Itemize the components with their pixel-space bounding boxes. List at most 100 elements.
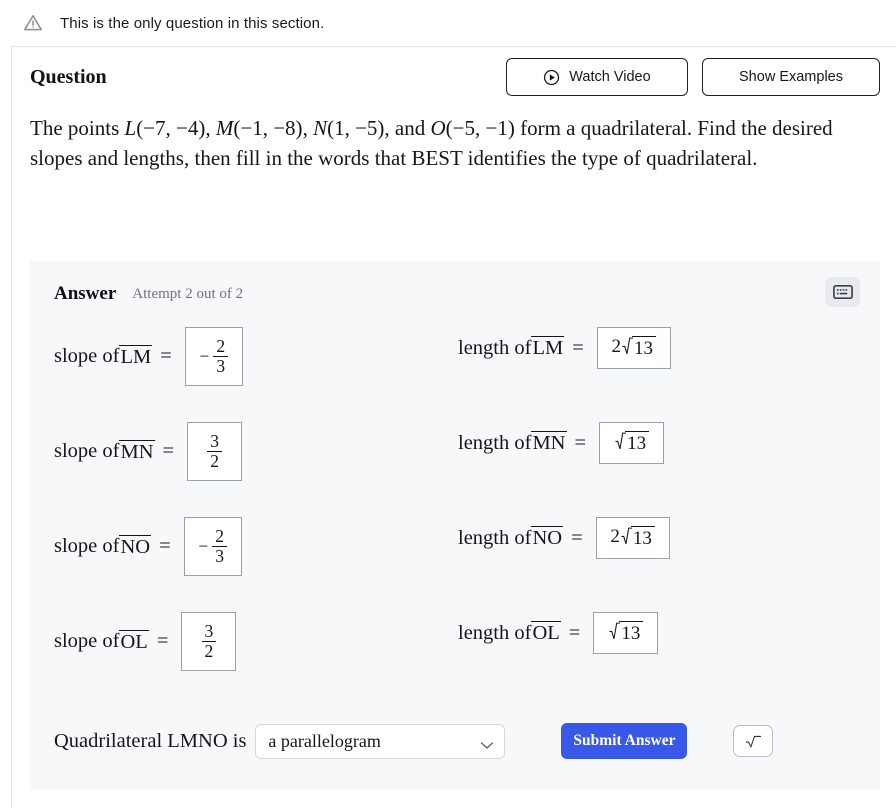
slope-no-sign: − bbox=[198, 536, 209, 556]
section-notice-bar: This is the only question in this sectio… bbox=[0, 0, 896, 46]
attempt-counter: Attempt 2 out of 2 bbox=[132, 285, 244, 302]
length-ol-input[interactable]: 13 bbox=[593, 612, 659, 654]
question-section: Question Watch Video Show Examples The p… bbox=[12, 47, 896, 174]
question-statement: The points L(−7, −4), M(−1, −8), N(1, −5… bbox=[12, 107, 896, 174]
slope-mn-equals: = bbox=[162, 440, 175, 462]
slope-lm-group: slope of LM = − 2 3 bbox=[54, 327, 243, 386]
slope-lm-denominator: 3 bbox=[213, 356, 229, 376]
submit-answer-button[interactable]: Submit Answer bbox=[561, 723, 688, 759]
segment-lm-overline-length: LM bbox=[531, 336, 565, 360]
length-ol-radical: 13 bbox=[608, 621, 644, 644]
length-no-radical: 2 13 bbox=[610, 526, 655, 549]
length-lm-group: length of LM = 2 13 bbox=[458, 327, 671, 369]
length-no-group: length of NO = 2 13 bbox=[458, 517, 670, 559]
answer-panel: Answer Attempt 2 out of 2 slope of LM = bbox=[30, 261, 880, 790]
length-mn-radical: 13 bbox=[614, 431, 650, 454]
answer-footer: Quadrilateral LMNO is a parallelogram Su… bbox=[30, 713, 880, 769]
segment-ol-overline: OL bbox=[119, 629, 149, 653]
slope-mn-group: slope of MN = 3 2 bbox=[54, 422, 243, 481]
length-ol-equals: = bbox=[568, 621, 581, 644]
segment-lm-overline: LM bbox=[119, 344, 153, 368]
sqrt-tool-button[interactable] bbox=[733, 725, 774, 757]
answer-header: Answer Attempt 2 out of 2 bbox=[30, 261, 880, 305]
length-mn-group: length of MN = 13 bbox=[458, 422, 665, 464]
slope-lm-sign: − bbox=[199, 346, 210, 366]
length-no-equals: = bbox=[571, 526, 583, 549]
length-lm-radical: 2 13 bbox=[612, 336, 657, 359]
slope-no-numerator: 2 bbox=[215, 526, 224, 547]
statement-intro: The points bbox=[30, 116, 125, 140]
length-no-coefficient: 2 bbox=[610, 526, 620, 548]
show-examples-button[interactable]: Show Examples bbox=[702, 58, 880, 96]
slope-lm-input[interactable]: − 2 3 bbox=[184, 327, 243, 386]
segment-no-overline: NO bbox=[119, 534, 152, 558]
slope-lm-equals: = bbox=[160, 345, 172, 367]
point-O-coords: (−5, −1) bbox=[445, 116, 515, 140]
length-lm-radicand: 13 bbox=[632, 336, 657, 359]
watch-video-label: Watch Video bbox=[569, 69, 651, 85]
quadrilateral-type-select[interactable]: a parallelogram bbox=[255, 723, 506, 759]
slope-ol-group: slope of OL = 3 2 bbox=[54, 612, 237, 671]
page-title: Question bbox=[30, 65, 107, 88]
length-mn-input[interactable]: 13 bbox=[599, 422, 665, 464]
slope-no-prefix: slope of bbox=[54, 535, 120, 557]
answer-row-mn: slope of MN = 3 2 length of MN = 13 bbox=[30, 422, 880, 517]
slope-ol-denominator: 2 bbox=[201, 641, 217, 661]
point-L-name: L bbox=[124, 116, 137, 140]
sep-1: , bbox=[302, 116, 314, 140]
segment-mn-overline-length: MN bbox=[531, 431, 567, 455]
point-M-coords: (−1, −8) bbox=[233, 116, 303, 140]
point-M-name: M bbox=[215, 116, 234, 140]
point-L-coords: (−7, −4) bbox=[136, 116, 206, 140]
point-O-name: O bbox=[430, 116, 446, 140]
answer-label: Answer bbox=[54, 283, 117, 304]
slope-ol-input[interactable]: 3 2 bbox=[181, 612, 237, 671]
slope-mn-input[interactable]: 3 2 bbox=[187, 422, 243, 481]
slope-lm-numerator: 2 bbox=[216, 336, 226, 357]
sep-2: , and bbox=[384, 116, 431, 140]
answer-row-lm: slope of LM = − 2 3 length of LM = 2 13 bbox=[30, 327, 880, 422]
show-examples-label: Show Examples bbox=[739, 69, 843, 85]
radical-icon bbox=[744, 734, 763, 749]
submit-answer-label: Submit Answer bbox=[573, 732, 676, 749]
length-lm-prefix: length of bbox=[458, 336, 532, 359]
warning-triangle-icon bbox=[22, 12, 44, 34]
segment-ol-overline-length: OL bbox=[531, 621, 561, 645]
chevron-down-icon bbox=[480, 737, 494, 749]
slope-ol-equals: = bbox=[156, 630, 169, 652]
segment-mn-overline: MN bbox=[119, 439, 155, 463]
length-lm-coefficient: 2 bbox=[611, 336, 622, 358]
slope-no-group: slope of NO = − 2 3 bbox=[54, 517, 242, 576]
point-N-name: N bbox=[313, 116, 328, 140]
length-mn-radicand: 13 bbox=[625, 431, 650, 454]
slope-no-denominator: 3 bbox=[212, 546, 227, 566]
question-header: Question Watch Video Show Examples bbox=[12, 47, 896, 107]
length-lm-equals: = bbox=[572, 336, 584, 359]
answer-rows: slope of LM = − 2 3 length of LM = 2 13 … bbox=[30, 327, 880, 707]
segment-no-overline-length: NO bbox=[531, 526, 564, 550]
answer-row-no: slope of NO = − 2 3 length of NO = 2 13 bbox=[30, 517, 880, 612]
length-no-input[interactable]: 2 13 bbox=[595, 517, 670, 559]
length-lm-input[interactable]: 2 13 bbox=[596, 327, 671, 369]
watch-video-button[interactable]: Watch Video bbox=[506, 58, 688, 96]
slope-lm-fraction: 2 3 bbox=[213, 336, 229, 376]
length-no-prefix: length of bbox=[458, 526, 532, 549]
answer-row-ol: slope of OL = 3 2 length of OL = 13 bbox=[30, 612, 880, 707]
slope-ol-fraction: 3 2 bbox=[201, 622, 217, 661]
sep-0: , bbox=[205, 116, 216, 140]
length-ol-radicand: 13 bbox=[619, 621, 644, 644]
length-ol-group: length of OL = 13 bbox=[458, 612, 659, 654]
length-ol-prefix: length of bbox=[458, 621, 532, 644]
slope-ol-prefix: slope of bbox=[54, 630, 120, 652]
slope-mn-prefix: slope of bbox=[54, 440, 120, 462]
length-mn-equals: = bbox=[574, 431, 587, 454]
slope-mn-fraction: 3 2 bbox=[207, 432, 222, 471]
conclusion-label: Quadrilateral LMNO is bbox=[54, 729, 247, 752]
length-no-radicand: 13 bbox=[630, 526, 655, 549]
slope-no-input[interactable]: − 2 3 bbox=[183, 517, 242, 576]
point-N-coords: (1, −5) bbox=[327, 116, 385, 140]
keyboard-icon bbox=[832, 285, 853, 299]
slope-mn-numerator: 3 bbox=[210, 431, 219, 452]
math-keyboard-button[interactable] bbox=[825, 277, 860, 307]
section-notice-text: This is the only question in this sectio… bbox=[60, 14, 325, 32]
